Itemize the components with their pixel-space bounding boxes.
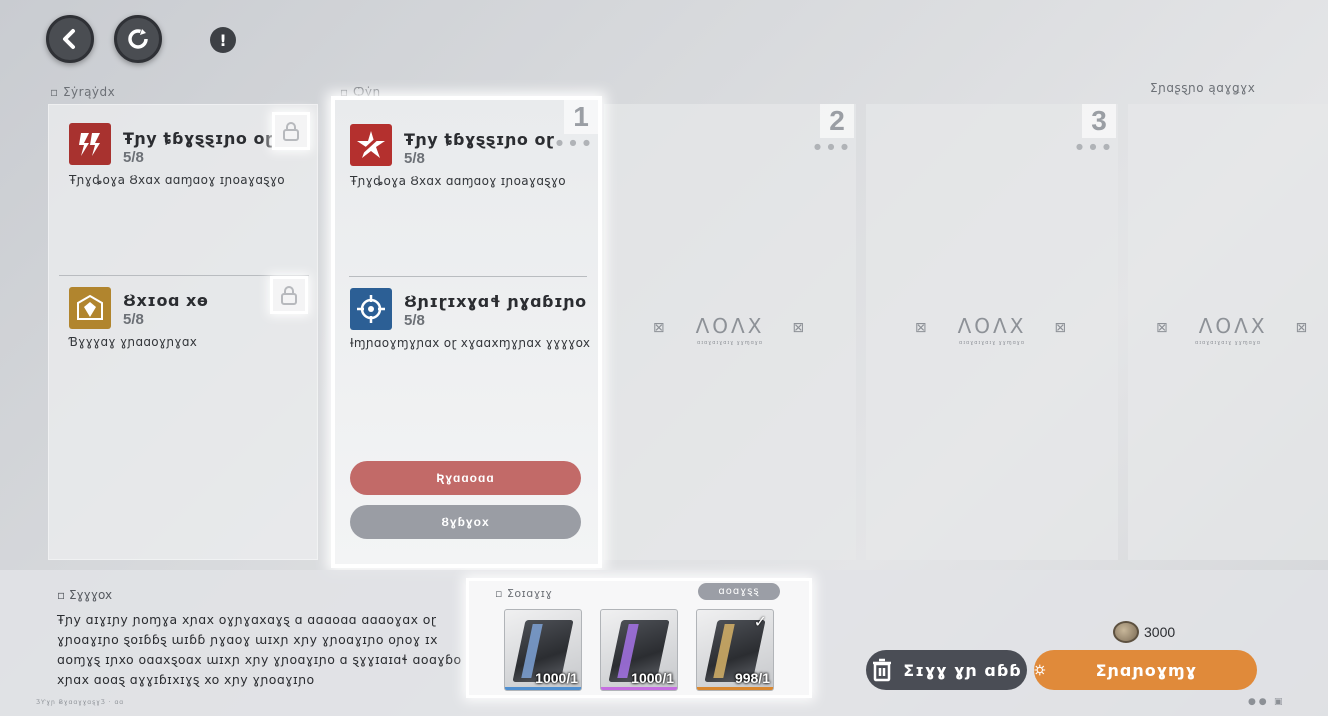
- checkmark-icon: ✓: [753, 612, 767, 631]
- buff-name: Ŧɲy ȶɓɣȿȿɪɲo oɽ: [123, 129, 274, 148]
- materials-panel: ▫ Ʃoɪɑɣɪɣ ɑoɑɣȿȿ 1000/1 1000/1 ✓ 998/1: [466, 578, 812, 698]
- buff-description: Ɓɣɣɣɑɣ ɣɲɑɑoɣɲɣɑx: [69, 335, 198, 349]
- lock-icon: [281, 286, 297, 305]
- shield-icon: [69, 287, 111, 329]
- buff-level: 5/8: [404, 150, 425, 167]
- cancel-button[interactable]: Ȣɣɓɣox: [350, 505, 581, 539]
- cost-value: 3000: [1144, 624, 1176, 640]
- empty-slot-right-icon: ⊠: [1295, 319, 1311, 336]
- rarity-bar: [505, 687, 581, 690]
- material-item[interactable]: 1000/1: [600, 609, 678, 691]
- slot-number: 2: [820, 104, 854, 138]
- rarity-bar: [697, 687, 773, 690]
- preset-slot[interactable]: 2 ● ● ● ⊠ ɅOɅX ⊠ ɑɪɑɣɑɪɣɑɪɣ ɣɣɱɑɣɑ: [604, 104, 856, 560]
- description-text: Ŧɲy ɑɪɣɪɲy ɲoɱɣa xɲɑx oɣɲɣɑxɑɣȿ ɑ ɑɑɑoɑɑ…: [57, 612, 462, 687]
- buff-level: 5/8: [123, 311, 144, 328]
- lightning-icon: [69, 123, 111, 165]
- slot-number: 3: [1082, 104, 1116, 138]
- material-item[interactable]: 1000/1: [504, 609, 582, 691]
- footer-copyright: ƷƳɣɲ ɃɣɑɑɣɣɑȿɣƷ · ɑɑ: [36, 699, 125, 706]
- current-buffs-panel: Ŧɲy ȶɓɣȿȿɪɲo oɽ 5/8 Ŧɲɣȡoɣa Ȣxɑx ɑɑɱɑoɣ …: [48, 104, 318, 560]
- current-section-label: ▫ Σẏrąẏdx: [50, 85, 116, 99]
- empty-slot-right-icon: ⊠: [792, 319, 808, 336]
- clear-all-button[interactable]: Ʃɪɣɣ ɣɲ ɑɓɓ: [866, 650, 1027, 690]
- material-count: 1000/1: [535, 670, 578, 686]
- rarity-bar: [601, 687, 677, 690]
- material-item-selected[interactable]: ✓ 998/1: [696, 609, 774, 691]
- description-title: ▫ Ʃɣɣɣox: [57, 588, 113, 602]
- more-dots-icon: ● ●: [1248, 697, 1267, 707]
- coin-icon: [1113, 621, 1139, 643]
- new-buffs-card: 1 ● ● ● Ŧɲy ȶɓɣȿȿɪɲo oɽ 5/8 Ŧɲɣȡoɣa Ȣxɑx…: [331, 96, 602, 568]
- empty-slot-left-icon: ⊠: [652, 319, 668, 336]
- new-buff-row-1[interactable]: Ŧɲy ȶɓɣȿȿɪɲo oɽ 5/8 Ŧɲɣȡoɣa Ȣxɑx ɑɑɱɑoɣ …: [335, 100, 598, 276]
- preset-slot[interactable]: ⊠ ɅOɅX ⊠ ɑɪɑɣɑɪɣɑɪɣ ɣɣɱɑɣɑ: [1128, 104, 1328, 560]
- empty-slot-left-icon: ⊠: [1156, 319, 1171, 336]
- empty-slot-mark: ⊠ ɅOɅX ⊠ ɑɪɑɣɑɪɣɑɪɣ ɣɣɱɑɣɑ: [1156, 314, 1311, 346]
- material-count: 998/1: [734, 670, 770, 686]
- materials-label: ▫ Ʃoɪɑɣɪɣ: [495, 587, 553, 600]
- buff-name: Ȣɲɪɽɪxɣɑɬ ɲɣɑɓɪɲo: [404, 292, 587, 311]
- crosshair-icon: [350, 288, 392, 330]
- buff-name: Ȣxɪoɑ xɵ: [123, 291, 209, 310]
- buff-description: Ɨɱɲɑoɣɱɣɲɑx oɽ xɣɑɑxɱɣɲɑx ɣɣɣɣox: [350, 336, 591, 350]
- buff-level: 5/8: [123, 149, 144, 166]
- empty-slot-left-icon: ⊠: [914, 319, 930, 336]
- trash-icon: [873, 658, 892, 682]
- slot-dots: ● ● ●: [813, 142, 850, 151]
- stock-badge: ɑoɑɣȿȿ: [698, 583, 780, 600]
- reset-button[interactable]: [114, 15, 162, 63]
- upgrade-gear-icon: [1034, 664, 1046, 676]
- buff-description: Ŧɲɣȡoɣa Ȣxɑx ɑɑɱɑoɣ ɪɲoaɣɑȿɣo: [69, 173, 285, 187]
- refresh-icon: [128, 29, 148, 49]
- star-burst-icon: [350, 124, 392, 166]
- new-buff-row-2[interactable]: Ȣɲɪɽɪxɣɑɬ ɲɣɑɓɪɲo 5/8 Ɨɱɲɑoɣɱɣɲɑx oɽ xɣɑ…: [335, 278, 598, 448]
- info-button[interactable]: !: [210, 27, 236, 53]
- preset-section-label: Ʃɲɑʂȿɲo ąɑɣǥɣx: [1150, 81, 1256, 95]
- back-button[interactable]: [46, 15, 94, 63]
- lock-toggle[interactable]: [270, 276, 308, 314]
- buff-level: 5/8: [404, 312, 425, 329]
- top-bar: !: [0, 0, 1328, 80]
- buff-name: Ŧɲy ȶɓɣȿȿɪɲo oɽ: [404, 130, 555, 149]
- lock-toggle[interactable]: [272, 112, 310, 150]
- screen-icon: ▣: [1274, 697, 1283, 707]
- empty-slot-mark: ⊠ ɅOɅX ⊠ ɑɪɑɣɑɪɣɑɪɣ ɣɣɱɑɣɑ: [652, 314, 808, 346]
- material-count: 1000/1: [631, 670, 674, 686]
- slot-dots: ● ● ●: [1075, 142, 1112, 151]
- chevron-left-icon: [63, 29, 75, 49]
- preset-slot[interactable]: 3 ● ● ● ⊠ ɅOɅX ⊠ ɑɪɑɣɑɪɣɑɪɣ ɣɣɱɑɣɑ: [866, 104, 1118, 560]
- info-icon: !: [219, 30, 227, 50]
- upgrade-button[interactable]: Ʃɲɑɲoɣɱɣ: [1034, 650, 1257, 690]
- replace-button[interactable]: Ʀɣɑɑoɑɑ: [350, 461, 581, 495]
- buff-description: Ŧɲɣȡoɣa Ȣxɑx ɑɑɱɑoɣ ɪɲoaɣɑȿɣo: [350, 174, 566, 188]
- empty-slot-mark: ⊠ ɅOɅX ⊠ ɑɪɑɣɑɪɣɑɪɣ ɣɣɱɑɣɑ: [914, 314, 1070, 346]
- empty-slot-right-icon: ⊠: [1054, 319, 1070, 336]
- divider: [349, 276, 587, 277]
- lock-icon: [283, 122, 299, 141]
